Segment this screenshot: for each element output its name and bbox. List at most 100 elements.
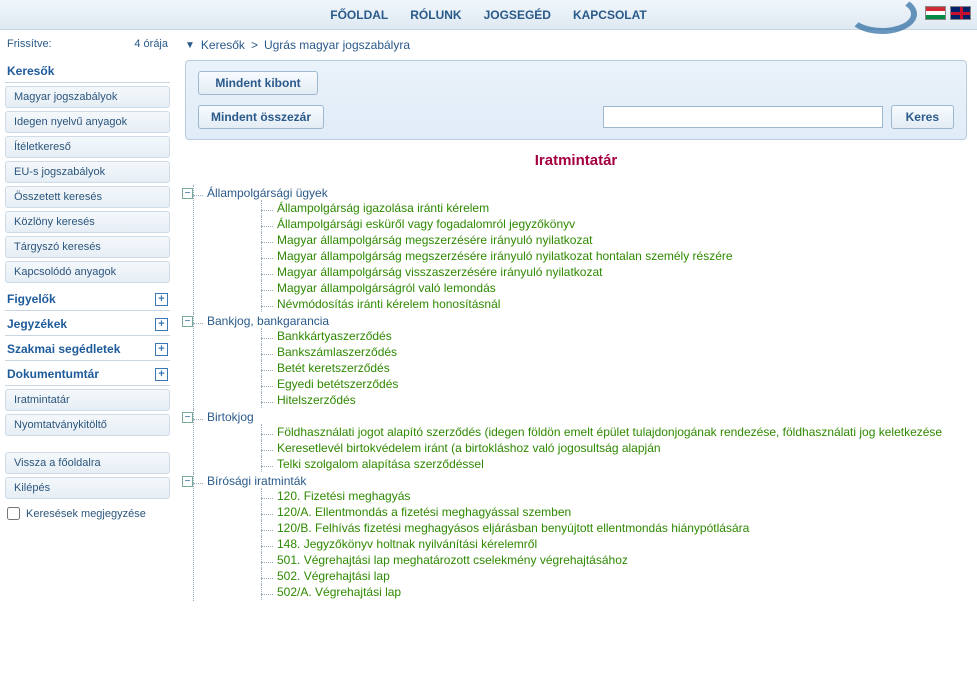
tree-leaf: Telki szolgalom alapítása szerződéssel [247,456,967,472]
tree-leaf-link[interactable]: 120/A. Ellentmondás a fizetési meghagyás… [277,505,571,519]
tree-leaf: Állampolgársági esküről vagy fogadalomró… [247,216,967,232]
expand-all-button[interactable]: Mindent kibont [198,71,318,95]
tree-toggle-icon[interactable]: − [182,316,193,327]
tree-leaf: Magyar állampolgárság visszaszerzésére i… [247,264,967,280]
tree-leaf: 502/A. Végrehajtási lap [247,584,967,600]
tree-toggle-icon[interactable]: − [182,188,193,199]
sidebar-item-hu-laws[interactable]: Magyar jogszabályok [5,86,170,108]
section-docs[interactable]: Dokumentumtár + [5,361,170,386]
nav-contact[interactable]: KAPCSOLAT [573,8,647,22]
tree-leaf-link[interactable]: Egyedi betétszerződés [277,377,398,391]
tree-leaf-link[interactable]: Állampolgársági esküről vagy fogadalomró… [277,217,575,231]
tree-leaf: Névmódosítás iránti kérelem honosításnál [247,296,967,312]
breadcrumb-root[interactable]: Keresők [201,38,245,52]
sidebar-item-composite[interactable]: Összetett keresés [5,186,170,208]
tree-leaf: Magyar állampolgárságról való lemondás [247,280,967,296]
tree-leaf: 502. Végrehajtási lap [247,568,967,584]
page-title: Iratmintatár [185,152,967,169]
tree-toggle-icon[interactable]: − [182,476,193,487]
chevron-down-icon: ▼ [185,40,195,51]
tree-group: −Bírósági iratminták120. Fizetési meghag… [189,473,967,601]
tree-group-label[interactable]: Bírósági iratminták [207,474,306,488]
sidebar-item-foreign[interactable]: Idegen nyelvű anyagok [5,111,170,133]
sidebar-item-gazette[interactable]: Közlöny keresés [5,211,170,233]
sidebar-item-exit[interactable]: Kilépés [5,477,170,499]
expand-icon[interactable]: + [155,318,168,331]
document-tree: − Állampolgársági ügyekÁllampolgárság iga… [185,185,967,601]
sidebar-item-back[interactable]: Vissza a főoldalra [5,452,170,474]
tree-toggle-icon[interactable]: − [182,412,193,423]
tree-leaf-link[interactable]: Betét keretszerződés [277,361,390,375]
logo-swirl-icon [847,0,917,34]
tree-leaf-link[interactable]: Névmódosítás iránti kérelem honosításnál [277,297,500,311]
tree-leaf-link[interactable]: Hitelszerződés [277,393,356,407]
tree-group-label[interactable]: Birtokjog [207,410,254,424]
refresh-ago: 4 órája [134,38,168,50]
nav-legal[interactable]: JOGSEGÉD [484,8,551,22]
tree-leaf: Hitelszerződés [247,392,967,408]
section-searchers-label: Keresők [7,64,54,78]
search-button[interactable]: Keres [891,105,954,129]
sidebar-item-subject[interactable]: Tárgyszó keresés [5,236,170,258]
tree-leaf-link[interactable]: 120/B. Felhívás fizetési meghagyásos elj… [277,521,749,535]
section-aids[interactable]: Szakmai segédletek + [5,336,170,361]
tree-leaf-link[interactable]: Magyar állampolgárság megszerzésére irán… [277,233,592,247]
tree-group: −Állampolgársági ügyekÁllampolgárság iga… [189,185,967,313]
remember-searches-checkbox[interactable]: Keresések megjegyzése [5,507,170,520]
nav-about[interactable]: RÓLUNK [410,8,461,22]
section-registers-label: Jegyzékek [7,317,67,331]
sidebar-item-eu[interactable]: EU-s jogszabályok [5,161,170,183]
tree-leaf-link[interactable]: 502/A. Végrehajtási lap [277,585,401,599]
tree-group-label[interactable]: Bankjog, bankgarancia [207,314,329,328]
tree-leaf: Bankkártyaszerződés [247,328,967,344]
tree-leaf-link[interactable]: 148. Jegyzőkönyv holtnak nyilvánítási ké… [277,537,537,551]
tree-group: −Bankjog, bankgaranciaBankkártyaszerződé… [189,313,967,409]
flag-uk-icon[interactable] [950,6,971,20]
tree-leaf-link[interactable]: Bankkártyaszerződés [277,329,392,343]
section-docs-label: Dokumentumtár [7,367,99,381]
tree-leaf-link[interactable]: Magyar állampolgárság visszaszerzésére i… [277,265,602,279]
tree-leaf-link[interactable]: Bankszámlaszerződés [277,345,397,359]
search-input[interactable] [603,106,883,128]
expand-icon[interactable]: + [155,293,168,306]
breadcrumb-current: Ugrás magyar jogszabályra [264,38,410,52]
sidebar-item-forms[interactable]: Iratmintatár [5,389,170,411]
tree-leaf-link[interactable]: Földhasználati jogot alapító szerződés (… [277,425,942,439]
remember-searches-input[interactable] [7,507,20,520]
tree-leaf-link[interactable]: Keresetlevél birtokvédelem iránt (a birt… [277,441,661,455]
tree-leaf: Magyar állampolgárság megszerzésére irán… [247,248,967,264]
tree-leaf-link[interactable]: 501. Végrehajtási lap meghatározott csel… [277,553,628,567]
top-nav-bar: FŐOLDAL RÓLUNK JOGSEGÉD KAPCSOLAT [0,0,977,30]
collapse-all-button[interactable]: Mindent összezár [198,105,324,129]
tree-leaf-link[interactable]: 120. Fizetési meghagyás [277,489,410,503]
section-aids-label: Szakmai segédletek [7,342,120,356]
tree-leaf: 501. Végrehajtási lap meghatározott csel… [247,552,967,568]
section-watchers-label: Figyelők [7,292,56,306]
tree-leaf-link[interactable]: Állampolgárság igazolása iránti kérelem [277,201,489,215]
tree-leaf-link[interactable]: Telki szolgalom alapítása szerződéssel [277,457,484,471]
sidebar-item-printfill[interactable]: Nyomtatványkitöltő [5,414,170,436]
tree-leaf: 120. Fizetési meghagyás [247,488,967,504]
expand-icon[interactable]: + [155,343,168,356]
expand-icon[interactable]: + [155,368,168,381]
refresh-label: Frissítve: [7,38,52,50]
tree-leaf: 120/B. Felhívás fizetési meghagyásos elj… [247,520,967,536]
tree-leaf: Bankszámlaszerződés [247,344,967,360]
nav-home[interactable]: FŐOLDAL [330,8,388,22]
sidebar-item-related[interactable]: Kapcsolódó anyagok [5,261,170,283]
tree-leaf-link[interactable]: Magyar állampolgárságról való lemondás [277,281,496,295]
breadcrumb-separator: > [251,38,258,52]
tree-group-label[interactable]: Állampolgársági ügyek [207,186,328,200]
tree-leaf: Keresetlevél birtokvédelem iránt (a birt… [247,440,967,456]
tree-leaf: Magyar állampolgárság megszerzésére irán… [247,232,967,248]
section-watchers[interactable]: Figyelők + [5,286,170,311]
refresh-status: Frissítve: 4 órája [5,34,170,58]
tree-leaf-link[interactable]: 502. Végrehajtási lap [277,569,390,583]
tree-leaf: 148. Jegyzőkönyv holtnak nyilvánítási ké… [247,536,967,552]
section-registers[interactable]: Jegyzékek + [5,311,170,336]
control-panel: Mindent kibont Mindent összezár Keres [185,60,967,140]
section-searchers: Keresők [5,58,170,83]
sidebar-item-verdict[interactable]: Ítéletkereső [5,136,170,158]
tree-leaf-link[interactable]: Magyar állampolgárság megszerzésére irán… [277,249,733,263]
flag-hungary-icon[interactable] [925,6,946,20]
